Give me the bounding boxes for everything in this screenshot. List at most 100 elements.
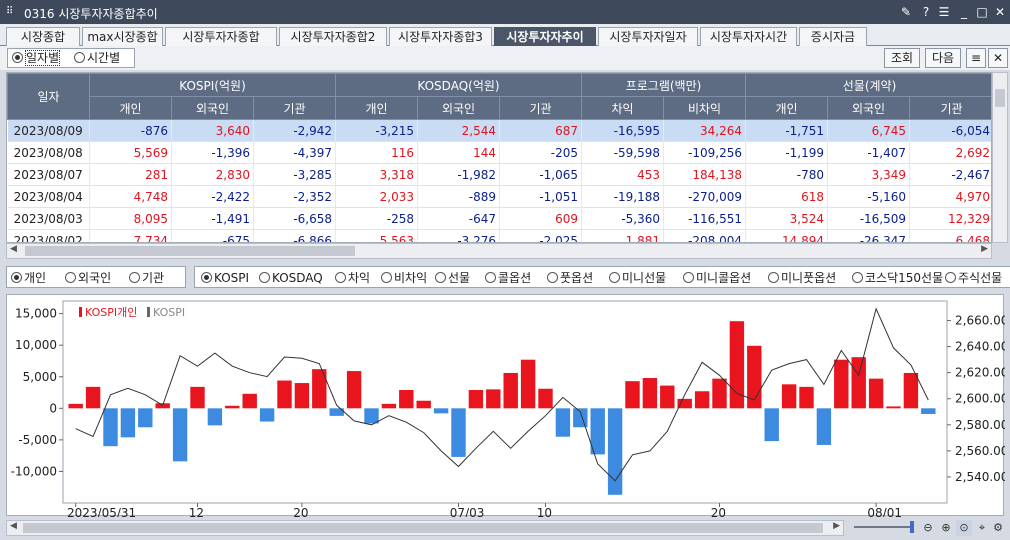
value-cell: -1,065 xyxy=(499,163,582,186)
next-button[interactable]: 다음 xyxy=(925,48,961,68)
market-radio-1[interactable]: KOSDAQ xyxy=(259,270,323,286)
bottom-bar: ◀ ▶ ⊖ ⊕ ⊙ ⌖ ⚙ xyxy=(6,518,1004,538)
tab-3[interactable]: 시장투자자종합2 xyxy=(279,27,387,46)
investor-radio-1[interactable]: 외국인 xyxy=(65,270,111,286)
market-radio-2[interactable]: 차익 xyxy=(335,270,370,286)
scroll-left-icon[interactable]: ◀ xyxy=(10,244,17,254)
help-icon[interactable]: ? xyxy=(918,4,934,20)
radio-label: 콜옵션 xyxy=(498,271,532,285)
column-header[interactable]: 기관 xyxy=(253,96,336,120)
column-header[interactable]: 외국인 xyxy=(827,96,911,120)
horizontal-scrollbar[interactable]: ◀ ▶ xyxy=(6,243,992,259)
list-view-icon[interactable]: ≡ xyxy=(966,48,986,68)
chart-bar xyxy=(225,405,240,409)
market-radio-5[interactable]: 콜옵션 xyxy=(485,270,531,286)
expand-icon[interactable]: ✕ xyxy=(988,48,1008,68)
chart-bar xyxy=(799,386,814,409)
column-header[interactable]: 기관 xyxy=(909,96,991,120)
tab-8[interactable]: 증시자금 xyxy=(799,27,867,46)
table-row[interactable]: 2023/08/08 5,569 -1,396 -4,397 116 144 -205 -59… xyxy=(7,141,991,164)
maximize-icon[interactable]: □ xyxy=(974,4,990,20)
market-radio-9[interactable]: 미니풋옵션 xyxy=(768,270,836,286)
column-header[interactable]: 차익 xyxy=(581,96,664,120)
table-row[interactable]: 2023/08/04 4,748 -2,422 -2,352 2,033 -889 -1,0… xyxy=(7,185,991,208)
search-button[interactable]: 조회 xyxy=(884,48,920,68)
tab-7[interactable]: 시장투자자시간 xyxy=(700,27,797,46)
crosshair-icon[interactable]: ⌖ xyxy=(974,520,990,536)
value-cell: -270,009 xyxy=(663,185,747,208)
scroll-right-icon[interactable]: ▶ xyxy=(981,244,988,254)
column-header[interactable]: 외국인 xyxy=(417,96,500,120)
column-header[interactable]: 개인 xyxy=(745,96,829,120)
zoom-slider-handle[interactable] xyxy=(910,521,914,533)
settings-icon[interactable]: ☰ xyxy=(936,4,952,20)
value-cell: -1,751 xyxy=(745,119,829,142)
zoom-fit-icon[interactable]: ⊙ xyxy=(956,520,972,536)
y-left-tick-label: 5,000 xyxy=(23,370,57,384)
window-menu-icon[interactable]: ⠿ xyxy=(6,6,13,17)
table-row[interactable]: 2023/08/07 281 2,830 -3,285 3,318 -1,982 -1,06… xyxy=(7,163,991,186)
tab-5[interactable]: 시장투자자추이 xyxy=(494,27,596,46)
tab-1[interactable]: max시장종합 xyxy=(82,27,163,46)
radio-daily-label: 일자별 xyxy=(25,50,61,66)
chart-bar xyxy=(677,398,692,409)
tab-2[interactable]: 시장투자자종합 xyxy=(165,27,277,46)
market-radio-10[interactable]: 코스닥150선물 xyxy=(852,270,943,286)
chart-bar xyxy=(868,378,884,409)
value-cell: -675 xyxy=(171,229,254,242)
column-header[interactable]: 개인 xyxy=(335,96,418,120)
tab-0[interactable]: 시장종합 xyxy=(6,27,80,46)
radio-hourly[interactable]: 시간별 xyxy=(74,50,120,66)
column-header[interactable]: 개인 xyxy=(89,96,172,120)
market-radio-4[interactable]: 선물 xyxy=(435,270,470,286)
investor-radio-2[interactable]: 기관 xyxy=(129,270,164,286)
vertical-scrollbar[interactable] xyxy=(992,72,1008,243)
market-radio-7[interactable]: 미니선물 xyxy=(609,270,666,286)
value-cell: -16,595 xyxy=(581,119,664,142)
value-cell: 6,745 xyxy=(827,119,911,142)
column-header[interactable]: 외국인 xyxy=(171,96,254,120)
chart-bar xyxy=(85,386,101,409)
radio-label: 미니콜옵션 xyxy=(696,271,752,285)
zoom-in-icon[interactable]: ⊕ xyxy=(938,520,954,536)
group-header: KOSPI(억원) xyxy=(89,73,336,97)
minimize-icon[interactable]: _ xyxy=(956,4,972,20)
scroll-right-icon[interactable]: ▶ xyxy=(833,521,840,531)
chart-scroll-thumb[interactable] xyxy=(23,523,823,533)
value-cell: -258 xyxy=(335,207,418,230)
value-cell: -780 xyxy=(745,163,829,186)
market-radio-6[interactable]: 풋옵션 xyxy=(547,270,593,286)
tab-4[interactable]: 시장투자자종합3 xyxy=(389,27,492,46)
table-row[interactable]: 2023/08/03 8,095 -1,491 -6,658 -258 -647 609 -5… xyxy=(7,207,991,230)
value-cell: 144 xyxy=(417,141,500,164)
vertical-scroll-thumb[interactable] xyxy=(995,89,1005,107)
market-radio-8[interactable]: 미니콜옵션 xyxy=(683,270,751,286)
pin-icon[interactable]: ✎ xyxy=(898,4,914,20)
close-icon[interactable]: ✕ xyxy=(992,4,1008,20)
tab-6[interactable]: 시장투자자일자 xyxy=(598,27,698,46)
table-row[interactable]: 2023/08/02 7,734 -675 -6,866 5,563 -3,276 -2,0… xyxy=(7,229,991,242)
investor-radio-0[interactable]: 개인 xyxy=(11,270,46,286)
value-cell: 3,349 xyxy=(827,163,911,186)
zoom-slider[interactable] xyxy=(854,526,914,528)
column-header[interactable]: 기관 xyxy=(499,96,582,120)
market-radio-3[interactable]: 비차익 xyxy=(381,270,427,286)
zoom-out-icon[interactable]: ⊖ xyxy=(920,520,936,536)
value-cell: 184,138 xyxy=(663,163,747,186)
radio-label: 미니선물 xyxy=(622,271,667,285)
chart-bar xyxy=(555,408,571,437)
chart-scrollbar[interactable]: ◀ ▶ xyxy=(6,520,844,536)
horizontal-scroll-thumb[interactable] xyxy=(25,246,355,256)
table-row[interactable]: 2023/08/09 -876 3,640 -2,942 -3,215 2,544 687-… xyxy=(7,119,991,142)
scroll-left-icon[interactable]: ◀ xyxy=(10,521,17,531)
value-cell: 116 xyxy=(335,141,418,164)
column-header[interactable]: 비차익 xyxy=(662,96,747,120)
radio-daily[interactable]: 일자별 xyxy=(12,50,61,66)
market-radio-11[interactable]: 주식선물 xyxy=(945,270,1002,286)
date-cell: 2023/08/02 xyxy=(7,229,90,242)
chart-settings-icon[interactable]: ⚙ xyxy=(990,520,1006,536)
value-cell: -1,407 xyxy=(827,141,911,164)
market-radio-0[interactable]: KOSPI xyxy=(201,270,249,286)
value-cell: -647 xyxy=(417,207,500,230)
chart-bar xyxy=(851,357,866,409)
